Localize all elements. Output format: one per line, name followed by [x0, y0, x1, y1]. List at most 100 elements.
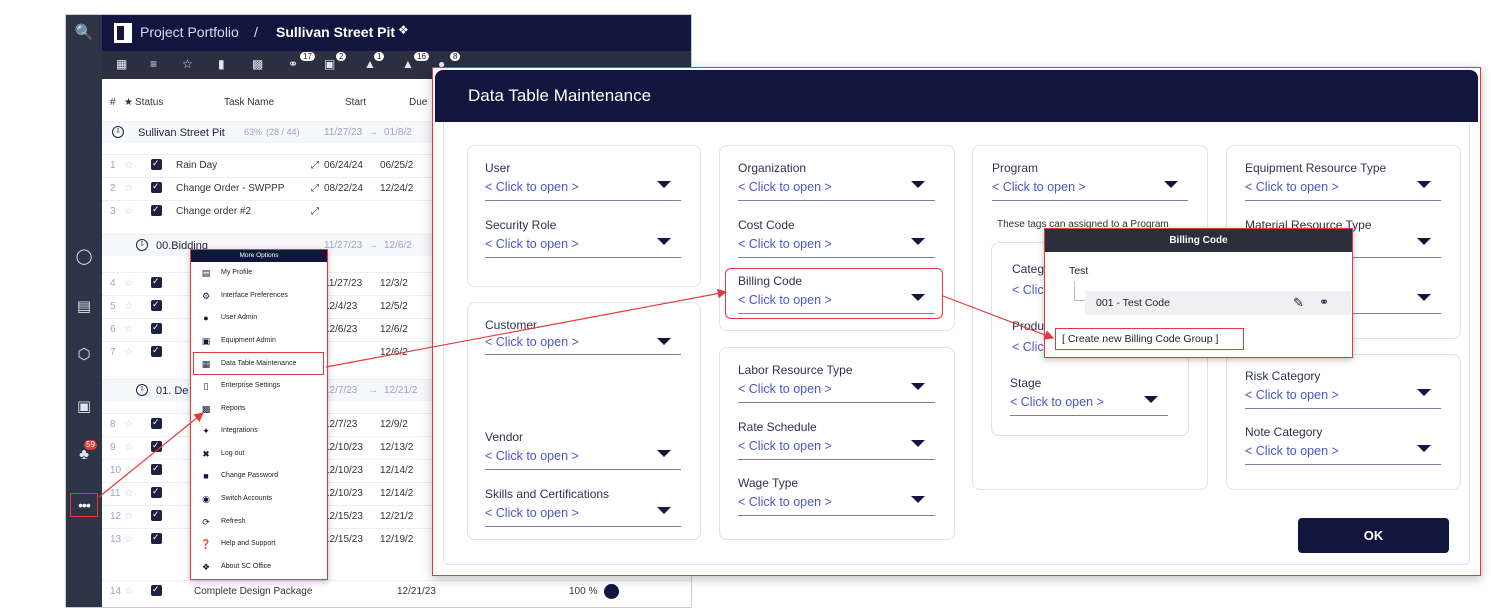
- status-checkbox[interactable]: [151, 345, 162, 357]
- star-icon[interactable]: ☆: [124, 442, 133, 453]
- category-value[interactable]: < Clic: [1012, 283, 1044, 297]
- calendar-icon[interactable]: ▣: [74, 397, 94, 417]
- portfolio-icon[interactable]: ▤: [74, 297, 94, 317]
- stage-field[interactable]: Stage < Click to open >: [1010, 376, 1168, 420]
- wage-type-field[interactable]: Wage Type < Click to open >: [738, 476, 935, 520]
- menu-item-my-profile[interactable]: ▤ My Profile: [191, 262, 327, 285]
- status-checkbox[interactable]: [151, 486, 162, 498]
- dropdown-caret-icon[interactable]: [911, 181, 925, 188]
- collapse-icon[interactable]: ⇩: [136, 239, 148, 251]
- billing-code-item-row[interactable]: 001 - Test Code ✎ ⚭: [1085, 291, 1351, 315]
- dropdown-caret-icon[interactable]: [1417, 445, 1431, 452]
- star-icon[interactable]: ☆: [124, 586, 133, 597]
- column-header[interactable]: Start: [345, 97, 366, 108]
- grid-view-icon[interactable]: ▦: [116, 57, 127, 71]
- rate-schedule-field[interactable]: Rate Schedule < Click to open >: [738, 420, 935, 464]
- dropdown-caret-icon[interactable]: [1417, 294, 1431, 301]
- field-value[interactable]: < Click to open >: [485, 506, 579, 520]
- collapse-icon[interactable]: ⇩: [112, 126, 124, 138]
- field-value[interactable]: < Click to open >: [738, 439, 832, 453]
- star-icon[interactable]: ☆: [124, 419, 133, 430]
- field-value[interactable]: < Click to open >: [485, 449, 579, 463]
- note-category-field[interactable]: Note Category < Click to open >: [1245, 425, 1441, 469]
- star-icon[interactable]: ☆: [124, 465, 133, 476]
- equipment-resource-type-field[interactable]: Equipment Resource Type < Click to open …: [1245, 161, 1441, 205]
- table-row[interactable]: 14 ☆ Complete Design Package 12/21/23 10…: [102, 580, 691, 602]
- dropdown-caret-icon[interactable]: [657, 507, 671, 514]
- menu-item-user-admin[interactable]: ● User Admin: [191, 307, 327, 330]
- column-header[interactable]: Due: [409, 97, 427, 108]
- key-icon[interactable]: ⚭: [1319, 295, 1329, 309]
- status-checkbox[interactable]: [151, 299, 162, 311]
- menu-item-refresh[interactable]: ⟳ Refresh: [191, 511, 327, 534]
- search-icon[interactable]: 🔍: [74, 23, 94, 43]
- expand-icon[interactable]: ⤢: [311, 206, 319, 217]
- menu-item-reports[interactable]: ▩ Reports: [191, 398, 327, 421]
- labor-resource-type-field[interactable]: Labor Resource Type < Click to open >: [738, 363, 935, 407]
- column-header[interactable]: Task Name: [224, 97, 274, 108]
- dropdown-caret-icon[interactable]: [657, 238, 671, 245]
- status-checkbox[interactable]: [151, 181, 162, 193]
- menu-item-switch-accounts[interactable]: ◉ Switch Accounts: [191, 488, 327, 511]
- billing-code-group[interactable]: Test: [1069, 265, 1088, 277]
- edit-icon[interactable]: ✎: [1293, 295, 1304, 311]
- dropdown-caret-icon[interactable]: [911, 496, 925, 503]
- status-checkbox[interactable]: [151, 463, 162, 475]
- status-checkbox[interactable]: [151, 417, 162, 429]
- security-role-field[interactable]: Security Role < Click to open >: [485, 218, 681, 262]
- star-icon[interactable]: ☆: [124, 534, 133, 545]
- column-header[interactable]: Status: [135, 97, 163, 108]
- menu-item-about[interactable]: ❖ About SC Office: [191, 556, 327, 579]
- document-icon[interactable]: ▣: [324, 57, 335, 71]
- status-checkbox[interactable]: [151, 509, 162, 521]
- star-icon[interactable]: ☆: [182, 57, 193, 71]
- field-value[interactable]: < Click to open >: [738, 382, 832, 396]
- collapse-icon[interactable]: ⇩: [136, 384, 148, 396]
- organization-field[interactable]: Organization < Click to open >: [738, 161, 935, 205]
- hexagon-icon[interactable]: ⬡: [74, 345, 94, 365]
- risk-category-field[interactable]: Risk Category < Click to open >: [1245, 369, 1441, 413]
- dropdown-caret-icon[interactable]: [1164, 181, 1178, 188]
- star-icon[interactable]: ☆: [124, 301, 133, 312]
- field-value[interactable]: < Click to open >: [1010, 395, 1104, 409]
- star-icon[interactable]: ☆: [124, 511, 133, 522]
- field-value[interactable]: < Click to open >: [992, 180, 1086, 194]
- expand-icon[interactable]: ⤢: [311, 183, 319, 194]
- status-checkbox[interactable]: [151, 440, 162, 452]
- field-value[interactable]: < Click to open >: [1245, 388, 1339, 402]
- dropdown-caret-icon[interactable]: [911, 238, 925, 245]
- dropdown-caret-icon[interactable]: [657, 181, 671, 188]
- star-icon[interactable]: ☆: [124, 160, 133, 171]
- dropdown-caret-icon[interactable]: [1417, 181, 1431, 188]
- user-field[interactable]: User < Click to open >: [485, 161, 681, 205]
- info-icon[interactable]: ❖: [398, 23, 409, 37]
- star-icon[interactable]: ☆: [124, 324, 133, 335]
- program-field[interactable]: Program < Click to open >: [992, 161, 1188, 205]
- link-icon[interactable]: ⚭: [288, 57, 298, 71]
- menu-item-change-password[interactable]: ■ Change Password: [191, 465, 327, 488]
- vendor-field[interactable]: Vendor < Click to open >: [485, 430, 681, 474]
- field-value[interactable]: < Click to open >: [485, 180, 579, 194]
- star-icon[interactable]: ☆: [124, 206, 133, 217]
- dropdown-caret-icon[interactable]: [1417, 238, 1431, 245]
- dropdown-caret-icon[interactable]: [911, 383, 925, 390]
- status-checkbox[interactable]: [151, 322, 162, 334]
- status-checkbox[interactable]: [151, 532, 162, 544]
- field-value[interactable]: < Click to open >: [1245, 444, 1339, 458]
- skills-field[interactable]: Skills and Certifications < Click to ope…: [485, 487, 681, 531]
- more-options-button[interactable]: •••: [70, 493, 98, 517]
- dropdown-caret-icon[interactable]: [657, 450, 671, 457]
- field-value[interactable]: < Click to open >: [738, 495, 832, 509]
- dropdown-caret-icon[interactable]: [1417, 389, 1431, 396]
- menu-item-enterprise-settings[interactable]: ▯ Enterprise Settings: [191, 375, 327, 398]
- star-icon[interactable]: ☆: [124, 183, 133, 194]
- menu-item-interface-preferences[interactable]: ⚙ Interface Preferences: [191, 285, 327, 308]
- breadcrumb-root[interactable]: Project Portfolio: [140, 24, 239, 40]
- column-icon[interactable]: ▮: [218, 57, 225, 71]
- status-checkbox[interactable]: [151, 584, 162, 596]
- menu-item-log-out[interactable]: ✖ Log out: [191, 443, 327, 466]
- star-icon[interactable]: ☆: [124, 488, 133, 499]
- menu-item-equipment-admin[interactable]: ▣ Equipment Admin: [191, 330, 327, 353]
- field-value[interactable]: < Click to open >: [1245, 180, 1339, 194]
- menu-item-integrations[interactable]: ✦ Integrations: [191, 420, 327, 443]
